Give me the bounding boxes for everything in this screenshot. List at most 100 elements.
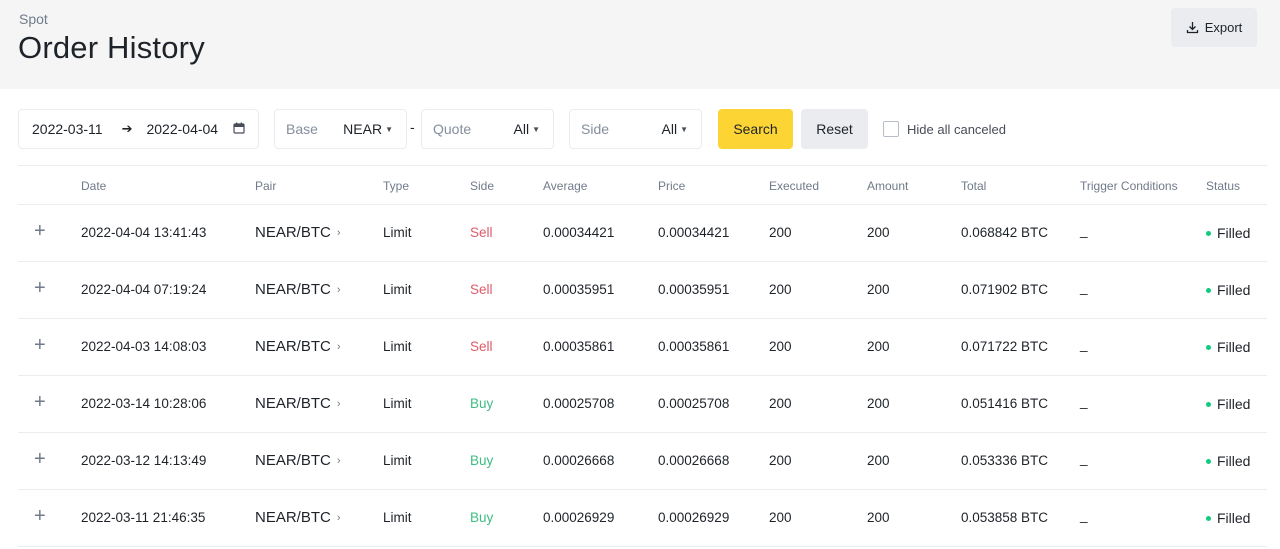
quote-value: All bbox=[513, 121, 530, 137]
pair-link[interactable]: NEAR/BTC › bbox=[255, 452, 341, 469]
order-side: Buy bbox=[470, 453, 494, 468]
date-to[interactable]: 2022-04-04 bbox=[146, 121, 218, 137]
plus-icon[interactable]: + bbox=[34, 448, 46, 471]
pair-separator: - bbox=[410, 119, 415, 135]
quote-select[interactable]: Quote All ▼ bbox=[421, 109, 554, 149]
chevron-right-icon: › bbox=[336, 226, 341, 239]
hide-canceled-toggle[interactable]: Hide all canceled bbox=[883, 121, 1006, 137]
status-text: Filled bbox=[1217, 282, 1251, 298]
order-total: 0.071722 BTC bbox=[961, 339, 1049, 354]
pair-link[interactable]: NEAR/BTC › bbox=[255, 224, 341, 241]
breadcrumb[interactable]: Spot bbox=[19, 11, 48, 27]
order-total: 0.053336 BTC bbox=[961, 453, 1049, 468]
pair-link[interactable]: NEAR/BTC › bbox=[255, 395, 341, 412]
order-executed: 200 bbox=[769, 396, 792, 411]
order-trigger-conditions: _ bbox=[1080, 394, 1088, 409]
order-average: 0.00035861 bbox=[543, 339, 615, 354]
base-select[interactable]: Base NEAR ▼ bbox=[274, 109, 407, 149]
table-row: +2022-04-04 07:19:24 NEAR/BTC › Limit Sell 0.… bbox=[18, 262, 1267, 319]
status-badge: Filled bbox=[1206, 225, 1250, 241]
hide-canceled-label: Hide all canceled bbox=[907, 121, 1007, 137]
table-row: +2022-03-14 10:28:06 NEAR/BTC › Limit Buy 0.0… bbox=[18, 376, 1267, 433]
table-body: +2022-04-04 13:41:43 NEAR/BTC › Limit Sell 0.… bbox=[18, 205, 1267, 547]
order-executed: 200 bbox=[769, 339, 792, 354]
date-from[interactable]: 2022-03-11 bbox=[32, 121, 103, 137]
pair-name: NEAR/BTC bbox=[255, 452, 331, 469]
export-button[interactable]: Export bbox=[1171, 8, 1257, 47]
col-header-pair: Pair bbox=[255, 179, 277, 193]
plus-icon[interactable]: + bbox=[34, 505, 46, 528]
quote-label: Quote bbox=[433, 121, 472, 137]
order-amount: 200 bbox=[867, 282, 890, 297]
pair-name: NEAR/BTC bbox=[255, 509, 331, 526]
status-dot bbox=[1206, 344, 1211, 350]
status-text: Filled bbox=[1217, 510, 1251, 526]
order-price: 0.00034421 bbox=[658, 225, 730, 240]
status-dot bbox=[1206, 515, 1211, 521]
base-value: NEAR bbox=[343, 121, 383, 137]
pair-name: NEAR/BTC bbox=[255, 224, 331, 241]
col-header-type: Type bbox=[383, 179, 410, 193]
order-type: Limit bbox=[383, 225, 412, 240]
col-header-executed: Executed bbox=[769, 179, 820, 193]
col-header-status: Status bbox=[1206, 179, 1241, 193]
status-dot bbox=[1206, 458, 1211, 464]
pair-link[interactable]: NEAR/BTC › bbox=[255, 509, 341, 526]
pair-link[interactable]: NEAR/BTC › bbox=[255, 338, 341, 355]
col-header-average: Average bbox=[543, 179, 588, 193]
status-badge: Filled bbox=[1206, 282, 1250, 298]
order-type: Limit bbox=[383, 510, 412, 525]
calendar-icon[interactable] bbox=[233, 122, 245, 134]
search-button[interactable]: Search bbox=[718, 109, 793, 149]
status-text: Filled bbox=[1217, 225, 1251, 241]
page-header: Spot Order History Export bbox=[0, 0, 1280, 89]
status-text: Filled bbox=[1217, 453, 1251, 469]
export-label: Export bbox=[1204, 20, 1243, 35]
status-text: Filled bbox=[1217, 396, 1251, 412]
side-select[interactable]: Side All ▼ bbox=[569, 109, 702, 149]
order-trigger-conditions: _ bbox=[1080, 451, 1088, 466]
hide-canceled-checkbox[interactable] bbox=[883, 121, 899, 137]
side-label: Side bbox=[581, 121, 610, 137]
plus-icon[interactable]: + bbox=[34, 391, 46, 414]
col-header-side: Side bbox=[470, 179, 495, 193]
order-average: 0.00025708 bbox=[543, 396, 615, 411]
status-badge: Filled bbox=[1206, 510, 1250, 526]
order-type: Limit bbox=[383, 453, 412, 468]
order-price: 0.00035951 bbox=[658, 282, 730, 297]
order-price: 0.00026668 bbox=[658, 453, 730, 468]
order-total: 0.051416 BTC bbox=[961, 396, 1049, 411]
date-range-picker[interactable]: 2022-03-11 ➔ 2022-04-04 bbox=[18, 109, 259, 149]
order-amount: 200 bbox=[867, 225, 890, 240]
order-average: 0.00026929 bbox=[543, 510, 615, 525]
pair-link[interactable]: NEAR/BTC › bbox=[255, 281, 341, 298]
table-row: +2022-04-03 14:08:03 NEAR/BTC › Limit Sell 0.… bbox=[18, 319, 1267, 376]
filter-bar: 2022-03-11 ➔ 2022-04-04 Base NEAR ▼ - Qu… bbox=[0, 109, 1280, 149]
order-trigger-conditions: _ bbox=[1080, 337, 1088, 352]
download-icon bbox=[1186, 22, 1198, 34]
plus-icon[interactable]: + bbox=[34, 277, 46, 300]
side-value: All bbox=[661, 121, 678, 137]
plus-icon[interactable]: + bbox=[34, 220, 46, 243]
order-side: Buy bbox=[470, 510, 494, 525]
status-badge: Filled bbox=[1206, 339, 1250, 355]
order-date: 2022-04-03 14:08:03 bbox=[81, 339, 207, 354]
order-date: 2022-03-11 21:46:35 bbox=[81, 510, 206, 525]
order-date: 2022-03-12 14:13:49 bbox=[81, 453, 207, 468]
reset-button[interactable]: Reset bbox=[801, 109, 868, 149]
order-executed: 200 bbox=[769, 510, 792, 525]
col-header-price: Price bbox=[658, 179, 686, 193]
caret-down-icon: ▼ bbox=[385, 124, 393, 134]
order-date: 2022-04-04 07:19:24 bbox=[81, 282, 207, 297]
col-header-trigger-conditions: Trigger Conditions bbox=[1080, 179, 1178, 193]
order-total: 0.071902 BTC bbox=[961, 282, 1049, 297]
order-trigger-conditions: _ bbox=[1080, 280, 1088, 295]
plus-icon[interactable]: + bbox=[34, 334, 46, 357]
table-row: +2022-04-04 13:41:43 NEAR/BTC › Limit Sell 0.… bbox=[18, 205, 1267, 262]
order-executed: 200 bbox=[769, 282, 792, 297]
order-trigger-conditions: _ bbox=[1080, 223, 1088, 238]
order-side: Sell bbox=[470, 225, 493, 240]
order-type: Limit bbox=[383, 339, 412, 354]
status-dot bbox=[1206, 401, 1211, 407]
col-header-amount: Amount bbox=[867, 179, 909, 193]
